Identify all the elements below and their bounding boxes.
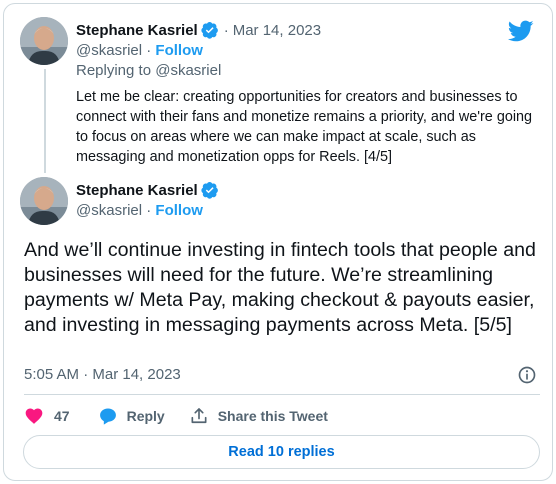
like-button[interactable]: 47 xyxy=(24,406,70,426)
info-icon[interactable] xyxy=(517,365,537,385)
embedded-tweet-card: Stephane Kasriel · Mar 14, 2023 @skasrie… xyxy=(3,3,553,481)
tweet-actions: 47 Reply Share this Tweet xyxy=(24,403,328,429)
avatar[interactable] xyxy=(20,177,68,225)
read-replies-button[interactable]: Read 10 replies xyxy=(23,435,540,469)
author-handle[interactable]: @skasriel xyxy=(76,202,142,219)
quoted-author-row: Stephane Kasriel · Mar 14, 2023 xyxy=(76,21,321,39)
verified-badge-icon xyxy=(201,22,218,39)
separator-dot: · xyxy=(146,202,152,219)
follow-button[interactable]: Follow xyxy=(155,202,203,219)
tweet-text: And we’ll continue investing in fintech … xyxy=(24,239,536,336)
reply-button[interactable]: Reply xyxy=(98,406,165,426)
author-row: Stephane Kasriel xyxy=(76,181,219,199)
heart-icon xyxy=(25,408,43,424)
replying-handle[interactable]: @skasriel xyxy=(155,62,221,79)
separator-dot: · xyxy=(146,42,152,59)
verified-badge-icon xyxy=(201,182,218,199)
share-label: Share this Tweet xyxy=(217,408,328,424)
author-handle[interactable]: @skasriel xyxy=(76,42,142,59)
share-button[interactable]: Share this Tweet xyxy=(189,406,328,426)
replying-to: Replying to @skasriel xyxy=(76,62,221,79)
follow-button[interactable]: Follow xyxy=(155,42,203,59)
reply-label: Reply xyxy=(126,408,165,424)
tweet-timestamp[interactable]: 5:05 AM · Mar 14, 2023 xyxy=(24,366,181,383)
handle-row: @skasriel · Follow xyxy=(76,202,203,219)
quoted-handle-row: @skasriel · Follow xyxy=(76,42,203,59)
separator-dot: · xyxy=(223,21,229,39)
replying-prefix: Replying to xyxy=(76,62,152,79)
author-name[interactable]: Stephane Kasriel xyxy=(76,182,198,199)
share-arrow-icon xyxy=(191,408,207,424)
quoted-tweet-text: Let me be clear: creating opportunities … xyxy=(76,89,533,165)
like-count: 47 xyxy=(54,408,70,424)
thread-connector-line xyxy=(44,69,46,173)
twitter-bird-icon[interactable] xyxy=(508,18,534,44)
avatar[interactable] xyxy=(20,17,68,65)
tweet-date[interactable]: Mar 14, 2023 xyxy=(233,22,321,39)
divider xyxy=(24,394,540,395)
speech-bubble-icon xyxy=(99,408,116,425)
author-name[interactable]: Stephane Kasriel xyxy=(76,22,198,39)
